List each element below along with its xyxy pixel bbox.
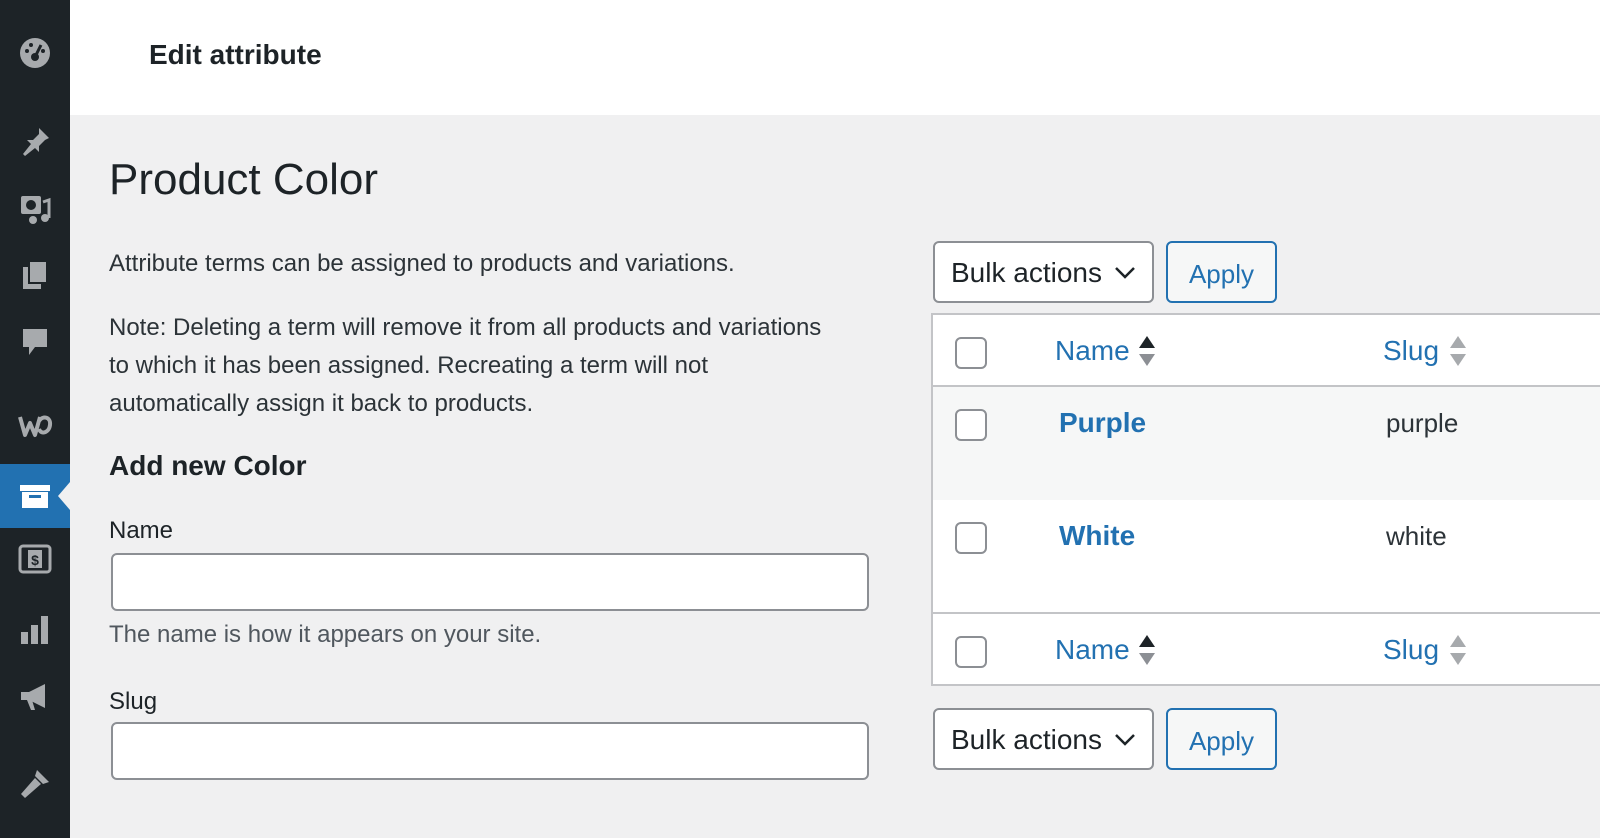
pin-icon[interactable] — [0, 110, 70, 174]
marketing-icon[interactable] — [0, 664, 70, 728]
select-all-checkbox[interactable] — [955, 337, 987, 369]
chevron-down-icon — [1115, 267, 1135, 279]
pages-icon[interactable] — [0, 243, 70, 307]
select-all-checkbox-footer[interactable] — [955, 636, 987, 668]
slug-label: Slug — [109, 688, 158, 715]
slug-input[interactable] — [111, 722, 869, 780]
column-slug-footer[interactable]: Slug — [1383, 634, 1439, 666]
name-help-text: The name is how it appears on your site. — [109, 621, 542, 648]
term-name-link[interactable]: White — [1059, 520, 1135, 552]
row-checkbox[interactable] — [955, 409, 987, 441]
table-footer-row: Name Slug — [933, 612, 1600, 684]
admin-sidebar: $ — [0, 0, 70, 838]
bulk-actions-label: Bulk actions — [951, 724, 1102, 755]
table-header-row: Name Slug — [933, 315, 1600, 387]
products-icon[interactable] — [0, 464, 70, 528]
name-label: Name — [109, 517, 174, 544]
woocommerce-icon[interactable] — [0, 393, 70, 457]
sort-asc-icon[interactable] — [1138, 633, 1156, 667]
sort-asc-icon[interactable] — [1138, 334, 1156, 368]
top-header: Edit attribute — [70, 0, 1600, 115]
column-name-header[interactable]: Name — [1055, 335, 1130, 367]
intro-text: Attribute terms can be assigned to produ… — [109, 250, 735, 277]
dashboard-icon[interactable] — [0, 21, 70, 85]
apply-button-top[interactable]: Apply — [1166, 241, 1277, 303]
page-title: Product Color — [109, 155, 379, 204]
note-line-2: to which it has been assigned. Recreatin… — [109, 352, 708, 379]
header-title: Edit attribute — [149, 39, 322, 70]
name-input[interactable] — [111, 553, 869, 611]
bulk-actions-select-top[interactable]: Bulk actions — [933, 241, 1154, 303]
note-line-1: Note: Deleting a term will remove it fro… — [109, 314, 822, 341]
media-icon[interactable] — [0, 176, 70, 240]
row-checkbox[interactable] — [955, 522, 987, 554]
apply-button-bottom[interactable]: Apply — [1166, 708, 1277, 770]
term-name-link[interactable]: Purple — [1059, 407, 1146, 439]
table-row: Purple purple — [933, 387, 1600, 500]
terms-table: Name Slug Purple purple White white Name… — [931, 313, 1600, 686]
appearance-icon[interactable] — [0, 752, 70, 816]
svg-text:$: $ — [31, 552, 39, 568]
chevron-down-icon — [1115, 734, 1135, 746]
sort-icon[interactable] — [1449, 633, 1467, 667]
bulk-actions-select-bottom[interactable]: Bulk actions — [933, 708, 1154, 770]
analytics-icon[interactable] — [0, 598, 70, 662]
term-slug: purple — [1386, 408, 1459, 438]
comments-icon[interactable] — [0, 309, 70, 373]
column-name-footer[interactable]: Name — [1055, 634, 1130, 666]
bulk-actions-label: Bulk actions — [951, 257, 1102, 288]
add-new-title: Add new Color — [109, 450, 307, 481]
term-slug: white — [1386, 521, 1447, 551]
table-row: White white — [933, 500, 1600, 613]
payments-icon[interactable]: $ — [0, 527, 70, 591]
note-line-3: automatically assign it back to products… — [109, 390, 534, 417]
column-slug-header[interactable]: Slug — [1383, 335, 1439, 367]
sort-icon[interactable] — [1449, 334, 1467, 368]
